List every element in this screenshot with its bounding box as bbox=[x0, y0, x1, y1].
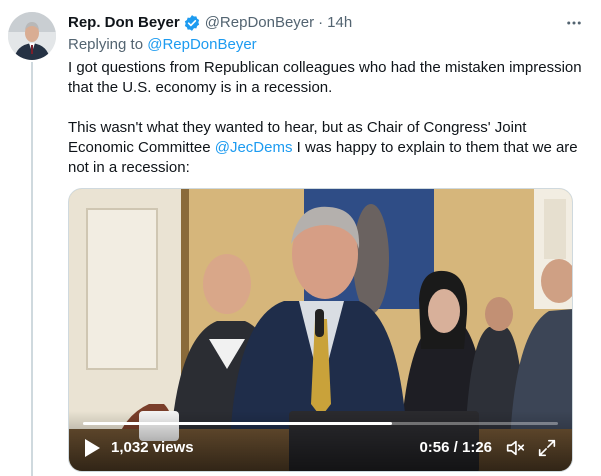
author-name[interactable]: Rep. Don Beyer bbox=[68, 13, 180, 33]
video-progress-bar[interactable] bbox=[83, 422, 558, 425]
separator-dot: · bbox=[318, 14, 324, 31]
video-progress-fill bbox=[83, 422, 392, 425]
verified-badge-icon bbox=[183, 14, 201, 32]
avatar[interactable] bbox=[8, 12, 56, 60]
more-dots-icon[interactable] bbox=[561, 10, 587, 36]
video-timecode: 0:56 / 1:26 bbox=[419, 439, 492, 456]
tweet-paragraph-1: I got questions from Republican colleagu… bbox=[68, 59, 582, 96]
view-count: 1,032 views bbox=[111, 439, 194, 456]
replying-to: Replying to @RepDonBeyer bbox=[68, 35, 257, 55]
author-handle[interactable]: @RepDonBeyer bbox=[205, 13, 314, 33]
tweet-timestamp[interactable]: 14h bbox=[327, 13, 352, 33]
tweet-paragraph-2: This wasn't what they wanted to hear, bu… bbox=[68, 118, 588, 178]
volume-icon[interactable] bbox=[504, 437, 526, 459]
play-icon[interactable] bbox=[81, 437, 103, 459]
replying-prefix: Replying to bbox=[68, 36, 148, 53]
video-player[interactable]: 1,032 views 0:56 / 1:26 bbox=[68, 188, 573, 472]
fullscreen-icon[interactable] bbox=[536, 437, 558, 459]
replying-handle-link[interactable]: @RepDonBeyer bbox=[147, 36, 256, 53]
mention-link[interactable]: @JecDems bbox=[215, 139, 293, 156]
tweet-header: Rep. Don Beyer @RepDonBeyer · 14h bbox=[68, 12, 587, 34]
thread-line bbox=[31, 62, 33, 476]
video-controls: 1,032 views 0:56 / 1:26 bbox=[69, 411, 572, 471]
tweet-text: I got questions from Republican colleagu… bbox=[68, 58, 588, 178]
